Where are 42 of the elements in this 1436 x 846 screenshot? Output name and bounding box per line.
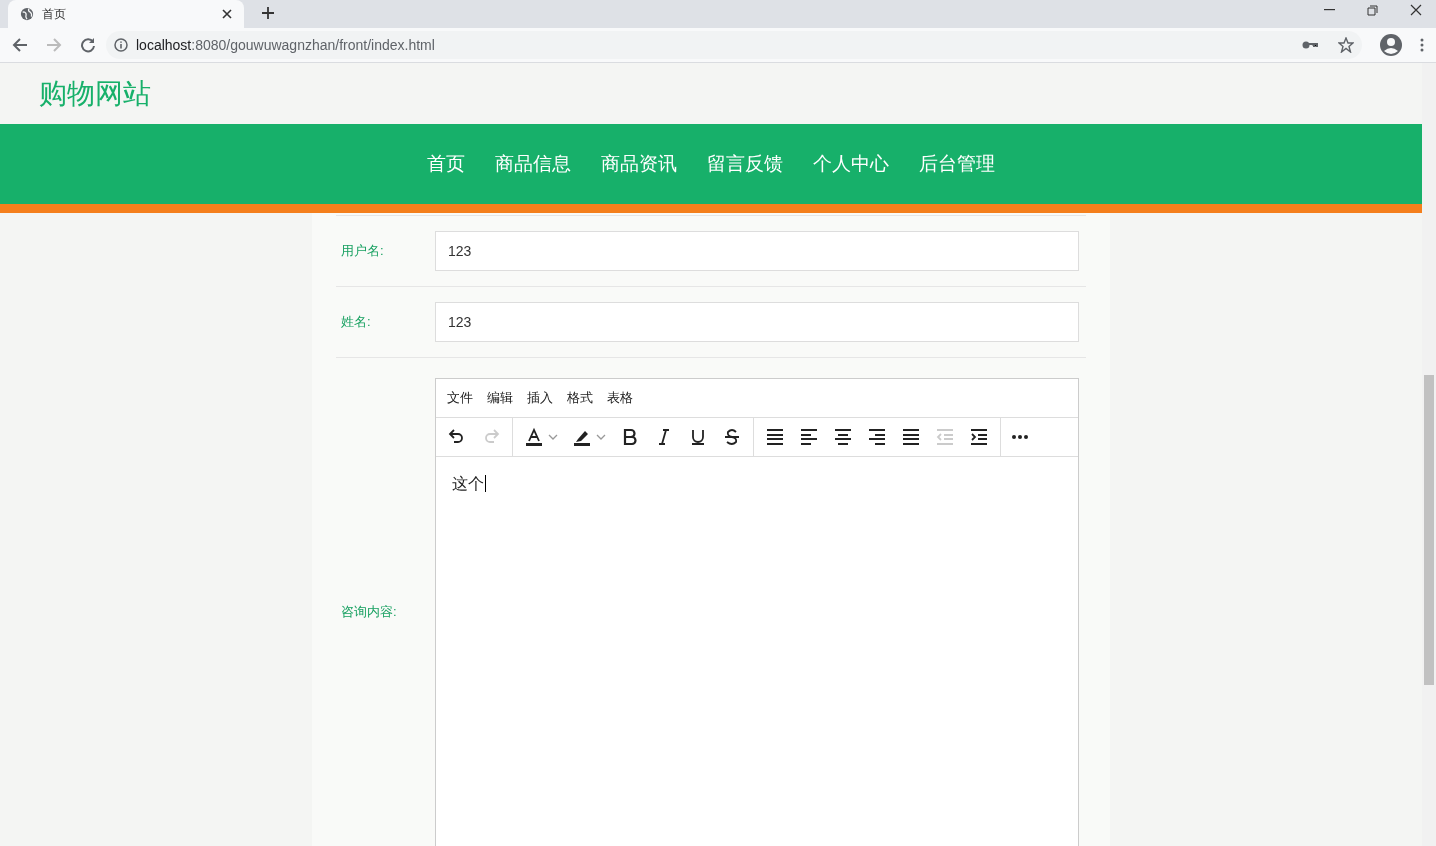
scrollbar[interactable]	[1422, 63, 1436, 846]
more-icon	[1012, 435, 1028, 439]
input-field[interactable]: 123	[435, 231, 1079, 271]
star-icon[interactable]	[1338, 37, 1354, 53]
profile-icon[interactable]	[1380, 34, 1402, 56]
url-text: localhost:8080/gouwuwagnzhan/front/index.html	[136, 35, 436, 55]
align-right-icon	[867, 427, 887, 447]
field-label: 姓名:	[340, 313, 372, 332]
align-left-icon	[799, 427, 819, 447]
menu-item[interactable]: 表格	[600, 384, 640, 412]
tab-title: 首页	[42, 6, 67, 23]
align-center-icon	[833, 427, 853, 447]
chevron-icon	[548, 434, 558, 440]
address-bar[interactable]: localhost:8080/gouwuwagnzhan/front/index.html	[106, 31, 1362, 59]
restore-icon[interactable]	[1367, 4, 1378, 16]
indent-icon	[969, 427, 989, 447]
menu-item[interactable]: 格式	[560, 384, 600, 412]
minimize-icon[interactable]	[1324, 9, 1335, 11]
key-icon[interactable]	[1302, 40, 1318, 50]
menu-icon[interactable]	[1420, 38, 1424, 52]
scrollbar-thumb[interactable]	[1424, 375, 1434, 685]
globe-icon	[20, 7, 34, 21]
outdent-icon	[935, 427, 955, 447]
field-label: 咨询内容:	[341, 603, 397, 622]
editor-text[interactable]: 这个	[452, 475, 486, 492]
chevron-icon	[596, 434, 606, 440]
input-field[interactable]: 123	[435, 302, 1079, 342]
info-icon	[114, 38, 128, 52]
new-tab-icon[interactable]	[262, 7, 274, 19]
menu-item[interactable]: 插入	[520, 384, 560, 412]
menu-item[interactable]: 编辑	[480, 384, 520, 412]
line-height-icon	[765, 427, 785, 447]
back-icon[interactable]	[12, 37, 28, 53]
field-label: 用户名:	[340, 242, 385, 261]
browser-tab[interactable]: 首页	[8, 0, 244, 28]
menu-item[interactable]: 文件	[440, 384, 480, 412]
close-icon[interactable]	[222, 9, 232, 19]
close-icon[interactable]	[1410, 4, 1422, 16]
justify-icon	[901, 427, 921, 447]
text-color-icon	[524, 427, 544, 447]
strikethrough-icon	[722, 427, 742, 447]
reload-icon[interactable]	[80, 37, 96, 53]
